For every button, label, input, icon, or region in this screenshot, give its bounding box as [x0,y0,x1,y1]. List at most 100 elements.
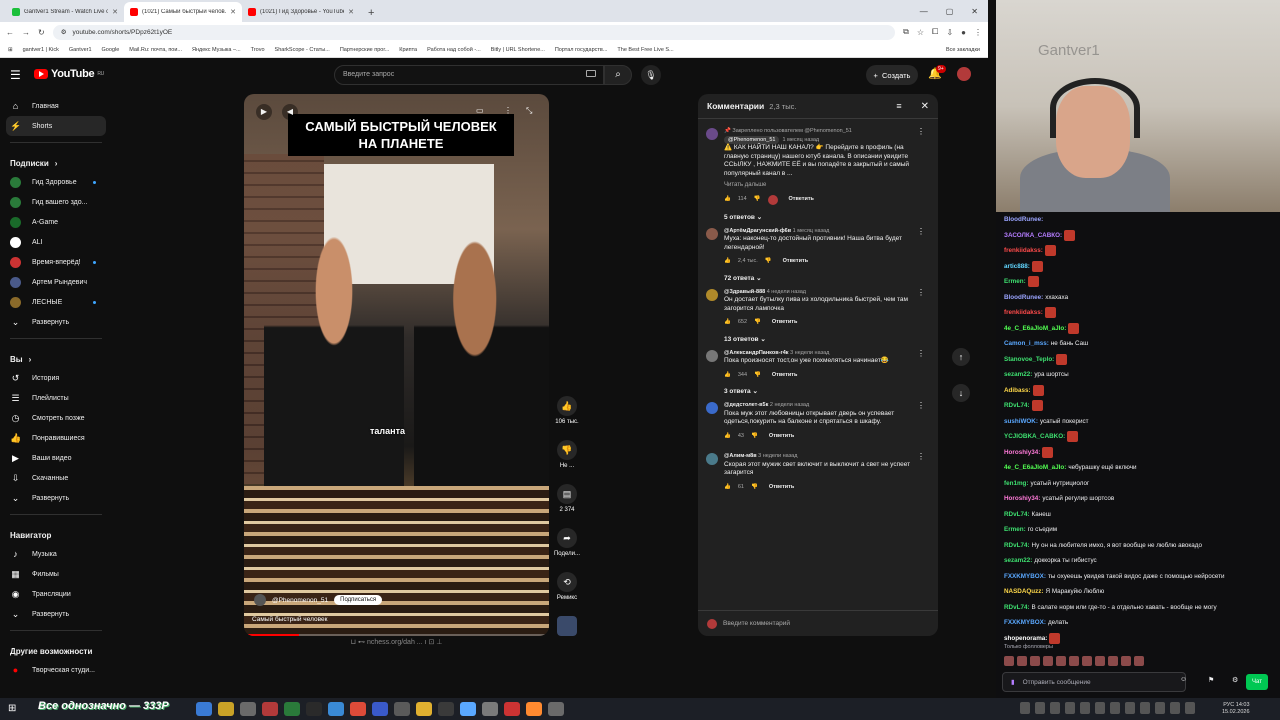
new-tab-button[interactable]: + [360,7,382,22]
more-vert-icon[interactable]: ⋮ [917,288,925,297]
like-icon[interactable]: 👍 [724,195,731,204]
expand-button[interactable]: ⌄ Развернуть [0,312,112,332]
points-icon[interactable]: ⚑ [1208,676,1214,684]
search-button[interactable]: ⌕ [604,65,632,85]
app-icon[interactable] [262,702,278,716]
search-input[interactable]: Введите запрос [334,65,604,85]
keyboard-icon[interactable] [586,70,596,77]
close-icon[interactable]: ✕ [921,101,929,112]
clock[interactable]: РУС 14:03 15.02.2026 [1222,702,1250,716]
bookmark-item[interactable]: Партнерские прог... [340,47,389,53]
more-header[interactable]: Другие возможности [0,637,112,660]
replies-toggle[interactable]: 13 ответов ⌄ [724,335,929,343]
chat-username[interactable]: RDvL74: [1004,398,1030,414]
chat-username[interactable]: Camon_i_mss: [1004,336,1049,352]
chrome-icon[interactable] [350,702,366,716]
emote-icon[interactable] [1004,656,1014,666]
sidebar-item-you[interactable]: ↺ История [0,368,112,388]
comments-button[interactable]: ▤ 2 374 [553,484,581,528]
tray-icon[interactable] [1185,702,1195,714]
emote-icon[interactable] [1108,656,1118,666]
like-icon[interactable]: 👍 [724,432,731,441]
captions-icon[interactable]: ▭ [476,106,484,115]
app-icon[interactable] [482,702,498,716]
sidebar-item-shorts[interactable]: ⚡ Shorts [6,116,106,136]
emote-icon[interactable] [1056,656,1066,666]
sidebar-item-subscription[interactable]: Время-вперёд! [0,252,112,272]
close-icon[interactable]: ✕ [348,8,354,16]
comment-author[interactable]: @Алим-м8в [724,453,757,459]
chat-username[interactable]: FXXKMYBOX: [1004,569,1046,585]
emote-icon[interactable] [1043,656,1053,666]
profile-icon[interactable]: ● [961,28,966,37]
more-vert-icon[interactable]: ⋮ [504,106,512,115]
more-vert-icon[interactable]: ⋮ [917,349,925,358]
dislike-icon[interactable]: 👎 [751,432,758,441]
maximize-icon[interactable]: ▢ [946,7,954,16]
extensions-icon[interactable]: ⧠ [932,27,938,37]
sidebar-item-you[interactable]: ▶ Ваши видео [0,448,112,468]
avatar[interactable] [706,227,718,240]
tray-icon[interactable] [1155,702,1165,714]
close-window-icon[interactable]: ✕ [971,7,978,16]
emote-icon[interactable] [1017,656,1027,666]
tray-icon[interactable] [1035,702,1045,714]
sidebar-item-you[interactable]: ☰ Плейлисты [0,388,112,408]
chat-username[interactable]: sezam22: [1004,367,1032,383]
comment-author[interactable]: @Phenomenon_51 [724,135,780,144]
mic-icon[interactable]: 🎙 [641,65,661,85]
bookmark-item[interactable]: Mail.Ru: почта, пои... [129,47,182,53]
tray-icon[interactable] [1110,702,1120,714]
play-icon[interactable]: ▶ [256,104,272,120]
remix-thumbnail[interactable] [557,616,577,636]
minimize-icon[interactable]: — [920,7,928,16]
replies-toggle[interactable]: 72 ответа ⌄ [724,274,929,282]
start-icon[interactable]: ⊞ [8,703,16,714]
chat-username[interactable]: BloodRunee: [1004,212,1043,228]
fullscreen-icon[interactable]: ⤡ [526,106,532,116]
chat-username[interactable]: Ermen: [1004,522,1026,538]
dislike-icon[interactable]: 👎 [765,257,772,266]
app-icon[interactable] [526,702,542,716]
app-icon[interactable] [240,702,256,716]
video-description[interactable]: Самый быстрый человек [252,616,327,623]
chat-username[interactable]: RDvL74: [1004,507,1030,523]
shorts-video-player[interactable]: САМЫЙ БЫСТРЫЙ ЧЕЛОВЕК НА ПЛАНЕТЕ таланта… [244,94,549,636]
download-icon[interactable]: ⇩ [946,28,953,37]
chat-username[interactable]: Horoshiy34: [1004,491,1040,507]
dislike-button[interactable]: 👎 Не ... [553,440,581,484]
chat-username[interactable]: Horoshiy34: [1004,445,1040,461]
expand-button[interactable]: ⌄ Развернуть [0,488,112,508]
reply-button[interactable]: Ответить [789,195,814,204]
expand-button[interactable]: ⌄ Развернуть [0,604,112,624]
chat-username[interactable]: frenkiidakss: [1004,243,1043,259]
browser-tab-1[interactable]: (1021) Самый быстрый челов... ✕ [124,2,242,22]
emote-icon[interactable] [1134,656,1144,666]
bookmark-item[interactable]: SharkScope - Статы... [275,47,330,53]
prev-short-button[interactable]: ↑ [952,348,970,366]
chat-username[interactable]: ЗАСОЛКА_САВКО: [1004,228,1062,244]
bookmark-item[interactable]: Bitly | URL Shortene... [491,47,545,53]
sidebar-item-nav[interactable]: ▦ Фильмы [0,564,112,584]
channel-avatar[interactable] [254,594,266,606]
sidebar-item-you[interactable]: ⇩ Скачанные [0,468,112,488]
emote-icon[interactable] [1069,656,1079,666]
app-icon[interactable] [438,702,454,716]
emote-picker-icon[interactable]: ▮ [1011,678,1015,686]
comment-author[interactable]: @АлександрПанков-г4к [724,350,789,356]
menu-icon[interactable]: ⋮ [974,28,982,37]
avatar[interactable] [706,453,718,465]
you-header[interactable]: Вы › [0,345,112,368]
chat-username[interactable]: 4e_C_E6aJIoM_aJIo: [1004,321,1066,337]
chat-username[interactable]: FXXKMYBOX: [1004,615,1046,631]
bookmark-item[interactable]: Яндекс Музыка –... [192,47,241,53]
like-button[interactable]: 👍 106 тыс. [553,396,581,440]
sidebar-item-subscription[interactable]: Артем Рындевич [0,272,112,292]
app-icon[interactable] [504,702,520,716]
sidebar-item-you[interactable]: ◷ Смотреть позже [0,408,112,428]
dislike-icon[interactable]: 👎 [754,318,761,327]
sidebar-item-subscription[interactable]: Гид вашего здо... [0,192,112,212]
replies-toggle[interactable]: 5 ответов ⌄ [724,213,929,221]
chat-username[interactable]: sezam22: [1004,553,1032,569]
smile-icon[interactable]: ☺ [1180,676,1187,683]
